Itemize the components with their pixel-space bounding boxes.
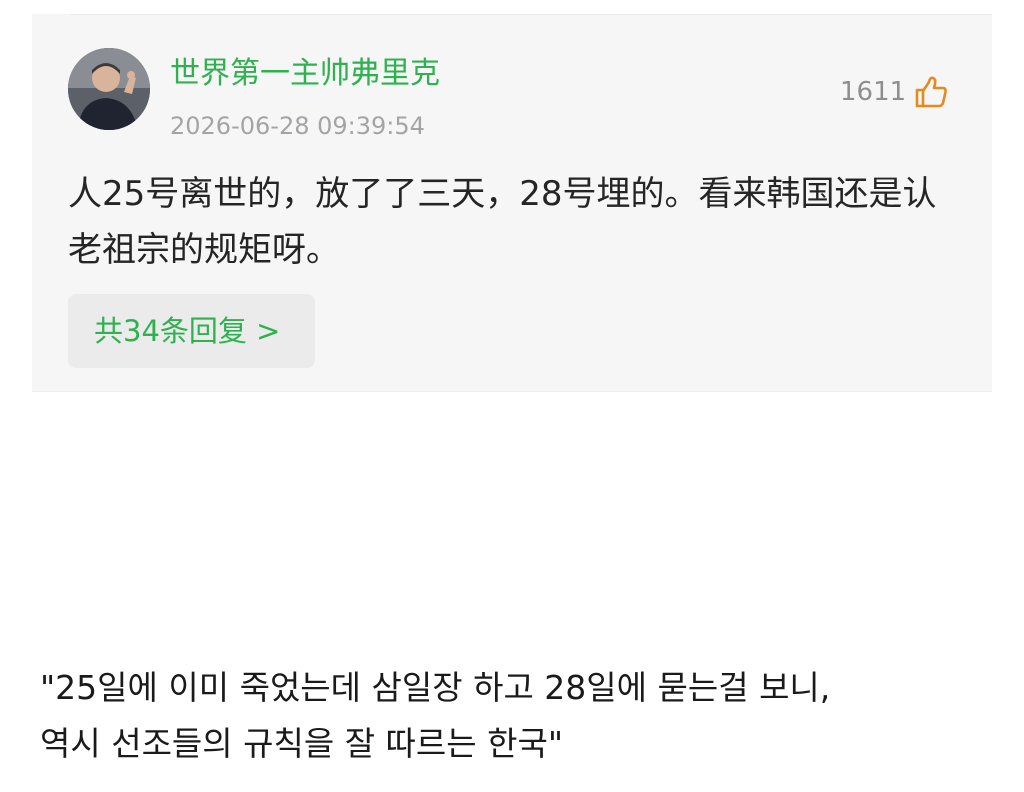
comment-card: 世界第一主帅弗里克 2026-06-28 09:39:54 1611 人25号离… <box>32 14 992 392</box>
page: 世界第一主帅弗里克 2026-06-28 09:39:54 1611 人25号离… <box>0 0 1024 792</box>
avatar[interactable] <box>68 48 150 130</box>
translation-caption: "25일에 이미 죽었는데 삼일장 하고 28일에 묻는걸 보니, 역시 선조들… <box>40 660 990 772</box>
like-control[interactable]: 1611 <box>840 72 948 112</box>
thumbs-up-icon[interactable] <box>912 74 948 110</box>
comment-timestamp: 2026-06-28 09:39:54 <box>170 112 425 140</box>
caption-line-2: 역시 선조들의 규칙을 잘 따르는 한국" <box>40 724 564 763</box>
author-name[interactable]: 世界第一主帅弗里克 <box>170 54 440 94</box>
caption-line-1: "25일에 이미 죽었는데 삼일장 하고 28일에 묻는걸 보니, <box>40 668 831 707</box>
divider <box>32 391 992 392</box>
like-count: 1611 <box>840 77 907 107</box>
divider <box>70 14 992 15</box>
comment-text: 人25号离世的，放了了三天，28号埋的。看来韩国还是认老祖宗的规矩呀。 <box>68 174 937 270</box>
view-replies-button[interactable]: 共34条回复 > <box>68 294 315 368</box>
